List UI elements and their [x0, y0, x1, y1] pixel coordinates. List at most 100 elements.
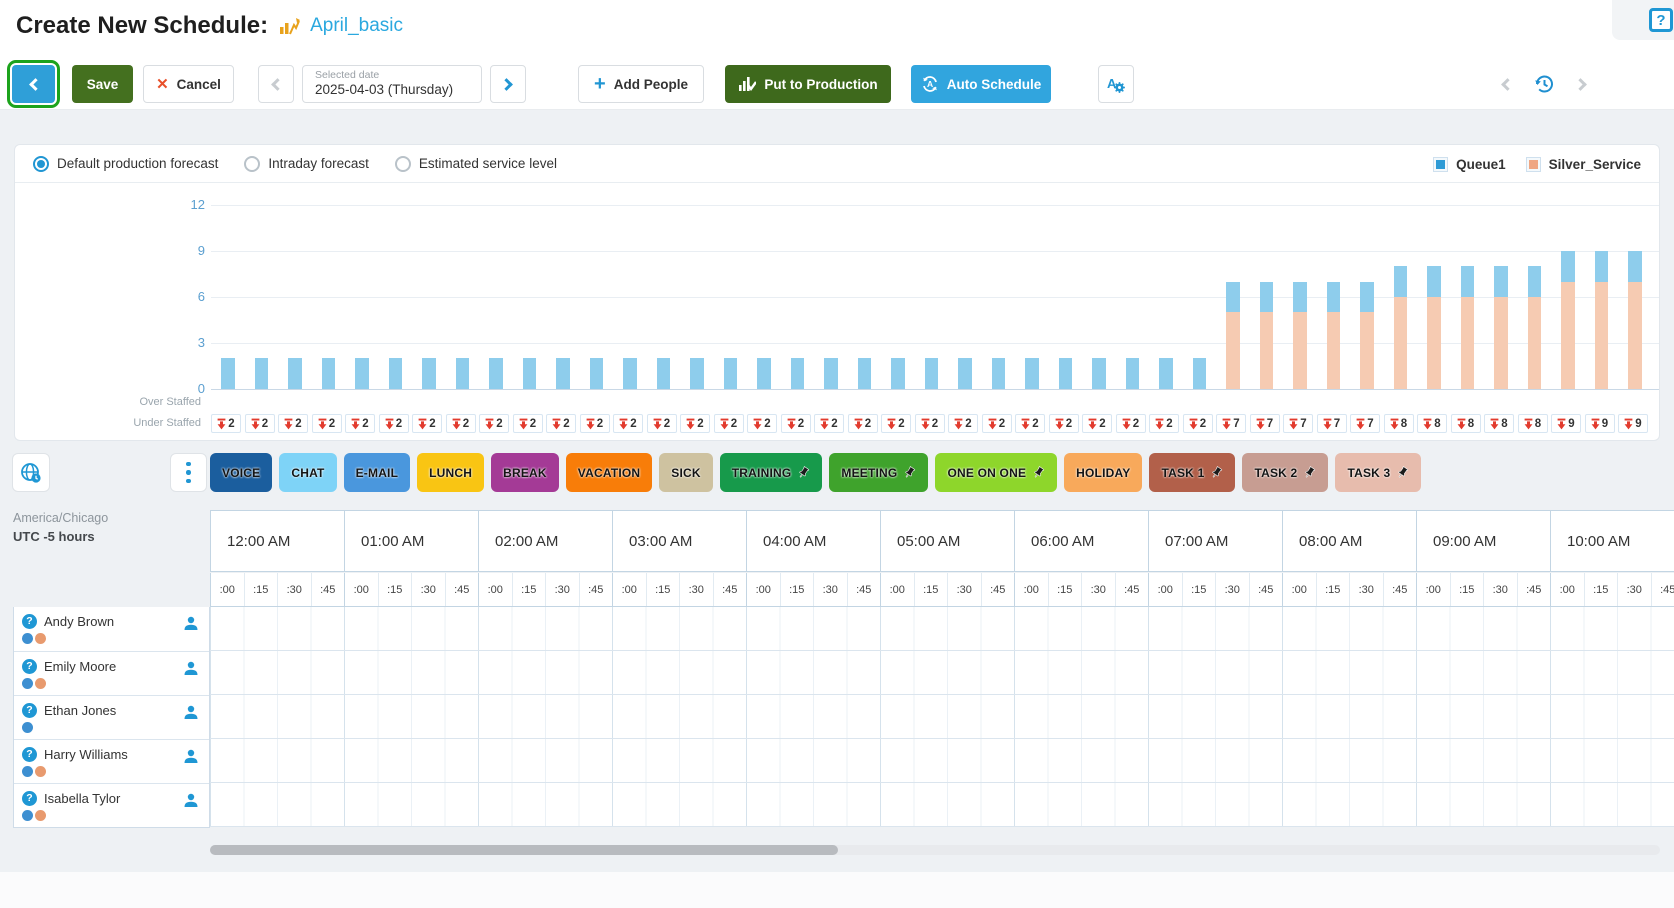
- forecast-bar[interactable]: [1595, 251, 1609, 389]
- forecast-bar[interactable]: [1394, 266, 1408, 389]
- quarter-cell[interactable]: :45: [1651, 573, 1674, 606]
- under-staffed-cell[interactable]: 2: [1082, 414, 1112, 433]
- activity-voice[interactable]: VOICE: [210, 453, 272, 492]
- history-clock-icon[interactable]: [1532, 72, 1556, 96]
- employee-row-3[interactable]: ?Harry Williams: [14, 739, 209, 783]
- quarter-cell[interactable]: :15: [1584, 573, 1618, 606]
- quarter-cell[interactable]: :15: [646, 573, 680, 606]
- activity-task-1[interactable]: TASK 1: [1149, 453, 1235, 492]
- hour-cell[interactable]: 10:00 AM: [1550, 511, 1674, 571]
- schedule-grid-row[interactable]: [210, 783, 1674, 827]
- scrollbar-thumb[interactable]: [210, 845, 838, 855]
- quarter-cell[interactable]: :45: [1249, 573, 1283, 606]
- add-people-button[interactable]: + Add People: [578, 65, 704, 103]
- quarter-cell[interactable]: :45: [1383, 573, 1417, 606]
- forecast-bar[interactable]: [1092, 358, 1106, 389]
- under-staffed-cell[interactable]: 8: [1484, 414, 1514, 433]
- hour-cell[interactable]: 06:00 AM: [1014, 511, 1148, 571]
- employee-row-1[interactable]: ?Emily Moore: [14, 651, 209, 695]
- quarter-cell[interactable]: :00: [1014, 573, 1048, 606]
- activity-sick[interactable]: SICK: [659, 453, 712, 492]
- row-options-button[interactable]: [170, 453, 207, 492]
- forecast-bar[interactable]: [1226, 282, 1240, 389]
- cancel-button[interactable]: ✕ Cancel: [143, 65, 234, 103]
- under-staffed-cell[interactable]: 7: [1317, 414, 1347, 433]
- forecast-bar[interactable]: [1059, 358, 1073, 389]
- forecast-option-0[interactable]: Default production forecast: [33, 156, 218, 172]
- under-staffed-cell[interactable]: 2: [915, 414, 945, 433]
- help-icon[interactable]: ?: [1649, 8, 1673, 32]
- quarter-cell[interactable]: :00: [1416, 573, 1450, 606]
- under-staffed-cell[interactable]: 2: [1183, 414, 1213, 433]
- forecast-bar[interactable]: [1494, 266, 1508, 389]
- under-staffed-cell[interactable]: 2: [982, 414, 1012, 433]
- quarter-cell[interactable]: :45: [713, 573, 747, 606]
- forecast-bar[interactable]: [1427, 266, 1441, 389]
- employee-info-icon[interactable]: ?: [22, 791, 37, 806]
- legend-item-0[interactable]: Queue1: [1433, 157, 1506, 172]
- under-staffed-cell[interactable]: 2: [1015, 414, 1045, 433]
- quarter-cell[interactable]: :30: [277, 573, 311, 606]
- forecast-bar[interactable]: [1293, 282, 1307, 389]
- forecast-bar[interactable]: [456, 358, 470, 389]
- quarter-cell[interactable]: :00: [880, 573, 914, 606]
- under-staffed-cell[interactable]: 2: [1116, 414, 1146, 433]
- quarter-cell[interactable]: :45: [445, 573, 479, 606]
- quarter-cell[interactable]: :15: [1182, 573, 1216, 606]
- schedule-settings-button[interactable]: A: [1098, 65, 1134, 103]
- under-staffed-cell[interactable]: 2: [714, 414, 744, 433]
- under-staffed-cell[interactable]: 2: [580, 414, 610, 433]
- forecast-bar[interactable]: [590, 358, 604, 389]
- quarter-cell[interactable]: :15: [1450, 573, 1484, 606]
- forecast-bar[interactable]: [523, 358, 537, 389]
- quarter-cell[interactable]: :30: [1617, 573, 1651, 606]
- forecast-bar[interactable]: [1561, 251, 1575, 389]
- activity-meeting[interactable]: MEETING: [829, 453, 928, 492]
- quarter-cell[interactable]: :30: [411, 573, 445, 606]
- next-date-button[interactable]: [490, 65, 526, 103]
- quarter-cell[interactable]: :00: [1282, 573, 1316, 606]
- auto-schedule-button[interactable]: A Auto Schedule: [911, 65, 1051, 103]
- quarter-cell[interactable]: :00: [746, 573, 780, 606]
- schedule-name-link[interactable]: April_basic: [310, 15, 403, 37]
- activity-vacation[interactable]: VACATION: [566, 453, 653, 492]
- under-staffed-cell[interactable]: 2: [747, 414, 777, 433]
- forecast-bar[interactable]: [925, 358, 939, 389]
- quarter-cell[interactable]: :45: [1517, 573, 1551, 606]
- quarter-cell[interactable]: :15: [1316, 573, 1350, 606]
- forecast-bar[interactable]: [657, 358, 671, 389]
- under-staffed-cell[interactable]: 2: [781, 414, 811, 433]
- quarter-cell[interactable]: :45: [311, 573, 345, 606]
- hour-cell[interactable]: 01:00 AM: [344, 511, 478, 571]
- employee-row-4[interactable]: ?Isabella Tylor: [14, 783, 209, 827]
- employee-info-icon[interactable]: ?: [22, 703, 37, 718]
- under-staffed-cell[interactable]: 2: [245, 414, 275, 433]
- under-staffed-cell[interactable]: 9: [1618, 414, 1648, 433]
- history-back-icon[interactable]: [1501, 78, 1514, 91]
- activity-one-on-one[interactable]: ONE ON ONE: [935, 453, 1057, 492]
- under-staffed-cell[interactable]: 2: [814, 414, 844, 433]
- under-staffed-cell[interactable]: 8: [1451, 414, 1481, 433]
- hour-cell[interactable]: 09:00 AM: [1416, 511, 1550, 571]
- employee-info-icon[interactable]: ?: [22, 659, 37, 674]
- quarter-cell[interactable]: :30: [947, 573, 981, 606]
- quarter-cell[interactable]: :30: [813, 573, 847, 606]
- under-staffed-cell[interactable]: 8: [1417, 414, 1447, 433]
- legend-item-1[interactable]: Silver_Service: [1526, 157, 1641, 172]
- under-staffed-cell[interactable]: 2: [680, 414, 710, 433]
- selected-date-field[interactable]: Selected date 2025-04-03 (Thursday): [302, 65, 482, 103]
- forecast-bar[interactable]: [623, 358, 637, 389]
- quarter-cell[interactable]: :30: [1483, 573, 1517, 606]
- employee-row-0[interactable]: ?Andy Brown: [14, 607, 209, 651]
- previous-date-button[interactable]: [258, 65, 294, 103]
- forecast-bar[interactable]: [489, 358, 503, 389]
- forecast-bar[interactable]: [1025, 358, 1039, 389]
- hour-cell[interactable]: 12:00 AM: [210, 511, 344, 571]
- save-button[interactable]: Save: [72, 65, 133, 103]
- activity-lunch[interactable]: LUNCH: [417, 453, 484, 492]
- under-staffed-cell[interactable]: 2: [312, 414, 342, 433]
- quarter-cell[interactable]: :00: [478, 573, 512, 606]
- activity-break[interactable]: BREAK: [491, 453, 559, 492]
- activity-task-3[interactable]: TASK 3: [1335, 453, 1421, 492]
- quarter-cell[interactable]: :45: [847, 573, 881, 606]
